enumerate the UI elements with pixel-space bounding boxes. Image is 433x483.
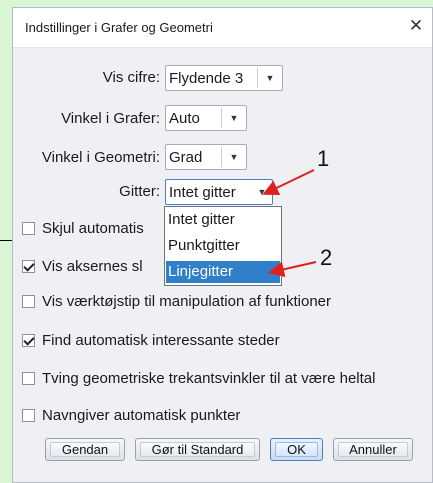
- chevron-down-icon: ▼: [229, 113, 239, 123]
- select-separator: [257, 68, 258, 88]
- dropdown-option-line-grid[interactable]: Linjegitter: [166, 261, 280, 283]
- angle-graphs-label: Vinkel i Grafer:: [61, 110, 160, 127]
- make-default-button-label: Gør til Standard: [151, 442, 244, 457]
- chevron-down-icon: ▼: [257, 187, 267, 197]
- dropdown-option-no-grid[interactable]: Intet gitter: [166, 209, 280, 231]
- ok-button-label: OK: [287, 442, 306, 457]
- angle-graphs-select[interactable]: Auto ▼: [165, 105, 247, 131]
- grid-dropdown-list: Intet gitter Punktgitter Linjegitter: [164, 206, 282, 286]
- annotation-number-1: 1: [317, 146, 330, 171]
- angle-geometry-value: Grad: [169, 149, 203, 166]
- ok-button[interactable]: OK: [270, 438, 323, 461]
- checkbox-label: Skjul automatis: [42, 220, 144, 237]
- checkbox[interactable]: [22, 409, 35, 422]
- digits-value: Flydende 3: [169, 70, 244, 87]
- checkbox[interactable]: [22, 334, 35, 347]
- checkbox-label: Tving geometriske trekantsvinkler til at…: [42, 370, 376, 387]
- dropdown-option-dot-grid[interactable]: Punktgitter: [166, 235, 280, 257]
- checkbox[interactable]: [22, 372, 35, 385]
- cancel-button-label: Annuller: [349, 442, 397, 457]
- annotation-number-2: 2: [320, 245, 333, 270]
- chevron-down-icon: ▼: [229, 152, 239, 162]
- cancel-button[interactable]: Annuller: [333, 438, 413, 461]
- restore-button[interactable]: Gendan: [45, 438, 125, 461]
- select-separator: [221, 147, 222, 167]
- make-default-button[interactable]: Gør til Standard: [135, 438, 260, 461]
- checkbox-label: Navngiver automatisk punkter: [42, 407, 241, 424]
- restore-button-label: Gendan: [61, 442, 109, 457]
- chevron-down-icon: ▼: [265, 73, 275, 83]
- checkbox[interactable]: [22, 222, 35, 235]
- close-icon[interactable]: ✕: [406, 16, 426, 36]
- angle-graphs-value: Auto: [169, 110, 200, 127]
- checkbox-label: Vis aksernes sl: [42, 258, 143, 275]
- angle-geometry-label: Vinkel i Geometri:: [41, 149, 160, 166]
- dialog-title: Indstillinger i Grafer og Geometri: [25, 20, 213, 35]
- checkbox[interactable]: [22, 260, 35, 273]
- background-line: [0, 240, 12, 241]
- digits-label: Vis cifre:: [102, 69, 160, 86]
- checkbox-label: Vis værktøjstip til manipulation af funk…: [42, 293, 332, 310]
- grid-select[interactable]: Intet gitter ▼: [165, 179, 273, 205]
- grid-label: Gitter:: [119, 183, 160, 200]
- checkbox-label: Find automatisk interessante steder: [42, 332, 280, 349]
- checkbox[interactable]: [22, 295, 35, 308]
- grid-value: Intet gitter: [169, 184, 236, 201]
- title-bar: Indstillinger i Grafer og Geometri ✕: [13, 8, 432, 48]
- angle-geometry-select[interactable]: Grad ▼: [165, 144, 247, 170]
- select-separator: [221, 108, 222, 128]
- digits-select[interactable]: Flydende 3 ▼: [165, 65, 283, 91]
